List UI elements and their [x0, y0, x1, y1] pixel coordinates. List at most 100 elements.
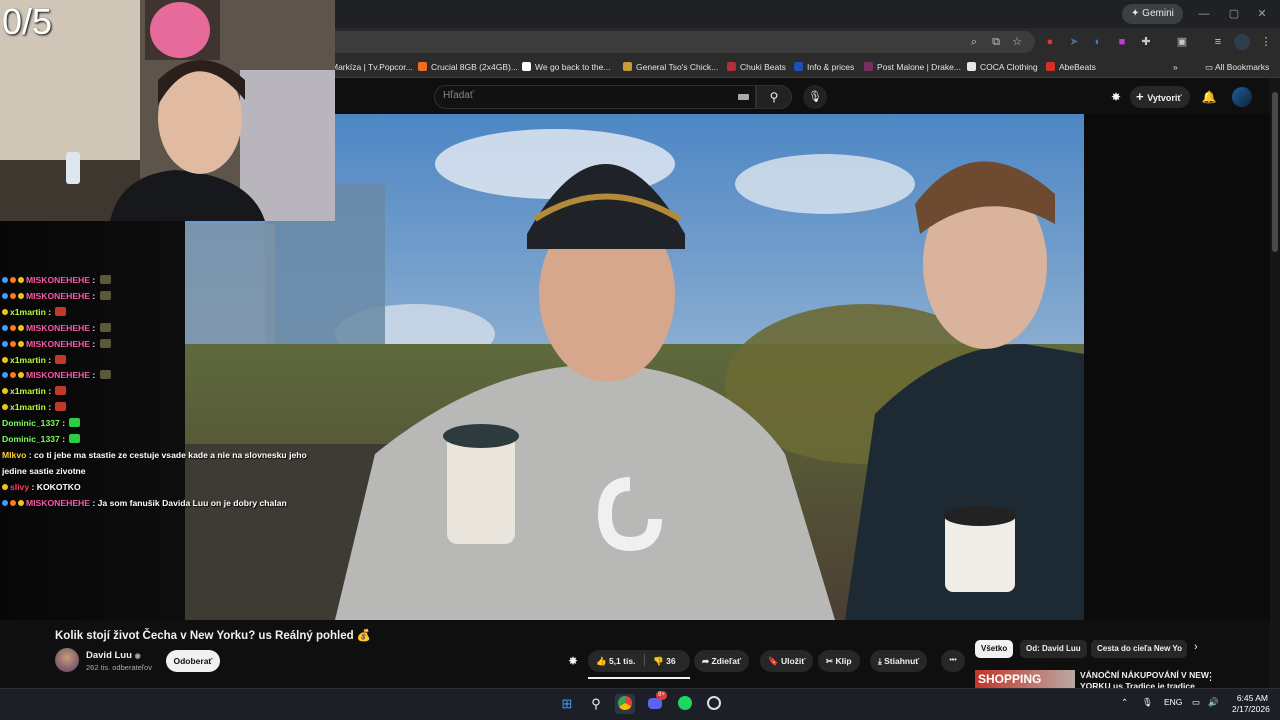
chat-username[interactable]: x1martin	[10, 307, 46, 317]
network-icon[interactable]: ▭	[1192, 697, 1200, 708]
search-input[interactable]	[434, 85, 756, 109]
chat-username[interactable]: x1martin	[10, 386, 46, 396]
chat-message: Dominic_1337 :	[2, 416, 332, 432]
search-button[interactable]: ⚲	[756, 85, 792, 109]
bookmark-item[interactable]: Chuki Beats	[727, 60, 786, 74]
reading-list-icon[interactable]: ≡	[1210, 34, 1226, 50]
like-button[interactable]: 👍 5,1 tis.	[596, 656, 635, 666]
chat-username[interactable]: Dominic_1337	[2, 434, 60, 444]
tray-mic-icon[interactable]: 🎙	[1142, 697, 1153, 708]
chat-overlay: MISKONEHEHE : MISKONEHEHE : x1martin : M…	[2, 273, 332, 512]
share-button[interactable]: ➦ Zdieľať	[694, 650, 750, 672]
minimize-button[interactable]: —	[1194, 5, 1214, 23]
chat-username[interactable]: MISKONEHEHE	[26, 339, 90, 349]
chat-badge-icon	[10, 499, 16, 506]
chat-username[interactable]: MISKONEHEHE	[26, 291, 90, 301]
all-bookmarks-folder[interactable]: ▭ All Bookmarks	[1205, 60, 1269, 74]
spotify-icon[interactable]	[675, 694, 695, 714]
chat-separator: :	[89, 497, 98, 508]
windows-start-icon[interactable]: ⊞	[557, 694, 577, 714]
clock[interactable]: 6:45 AM 2/17/2026	[1232, 693, 1270, 715]
chat-emote-icon	[99, 290, 111, 300]
voice-search-button[interactable]: 🎙	[803, 85, 827, 109]
recommended-title[interactable]: VÁNOČNÍ NÁKUPOVÁNÍ V NEW YORKU us Tradic…	[1080, 670, 1240, 688]
bookmark-item[interactable]: Markíza | Tv.Popcor...	[331, 60, 413, 74]
chat-username[interactable]: Dominic_1337	[2, 418, 60, 428]
bookmark-item[interactable]: General Tso's Chick...	[623, 60, 718, 74]
thumbs-down-icon: 👎	[653, 656, 667, 666]
bookmarks-overflow-icon[interactable]: »	[1173, 60, 1178, 74]
bookmark-favicon	[1046, 62, 1055, 71]
chat-badge-icon	[10, 292, 16, 299]
chat-username[interactable]: x1martin	[10, 402, 46, 412]
more-actions-button[interactable]: •••	[941, 650, 965, 672]
bookmark-star-icon[interactable]: ☆	[1009, 34, 1025, 50]
chat-message: x1martin :	[2, 353, 332, 369]
close-window-button[interactable]: ✕	[1252, 5, 1272, 23]
extensions-puzzle-icon[interactable]: ✚	[1138, 34, 1154, 50]
chat-username[interactable]: MISKONEHEHE	[26, 275, 90, 285]
tab-search-icon[interactable]: ▣	[1174, 34, 1190, 50]
create-button[interactable]: + Vytvoriť	[1130, 86, 1190, 108]
chat-username[interactable]: Mlkvo	[2, 450, 26, 460]
discord-icon[interactable]: 9+	[645, 691, 667, 714]
channel-avatar[interactable]	[55, 648, 79, 672]
bookmark-item[interactable]: Crucial 8GB (2x4GB)...	[418, 60, 518, 74]
chat-badge-icon	[10, 277, 16, 283]
notifications-bell-icon[interactable]: 🔔	[1200, 88, 1218, 106]
install-icon[interactable]: ⧉	[988, 34, 1004, 50]
chat-badge-icon	[2, 308, 8, 315]
app-icon[interactable]	[704, 694, 724, 714]
chip-all[interactable]: Všetko	[975, 640, 1014, 658]
scrollbar-thumb[interactable]	[1272, 92, 1278, 252]
channel-name[interactable]: David Luu ◉	[86, 650, 141, 661]
bookmark-favicon	[864, 62, 873, 71]
dislike-button[interactable]: 👎 36	[653, 656, 675, 666]
subscribe-button[interactable]: Odoberať	[166, 650, 220, 672]
chat-username[interactable]: MISKONEHEHE	[26, 370, 90, 380]
chrome-icon[interactable]	[615, 694, 635, 714]
clip-button[interactable]: ✂ Klip	[818, 650, 860, 672]
taskbar-search-icon[interactable]: ⚲	[586, 694, 606, 714]
chevron-right-icon[interactable]: ›	[1194, 641, 1198, 653]
chat-username[interactable]: MISKONEHEHE	[26, 498, 90, 508]
chat-badge-icon	[2, 372, 8, 379]
chat-username[interactable]: x1martin	[10, 355, 46, 365]
bookmark-item[interactable]: COCA Clothing	[967, 60, 1038, 74]
account-avatar[interactable]	[1232, 87, 1252, 107]
address-bar[interactable]	[335, 31, 1035, 53]
chip-from-channel[interactable]: Od: David Luu	[1020, 640, 1087, 658]
volume-icon[interactable]: 🔊	[1208, 697, 1219, 708]
recommended-thumbnail[interactable]: SHOPPING	[975, 670, 1075, 688]
language-indicator[interactable]: ENG	[1164, 697, 1182, 707]
bookmark-item[interactable]: AbeBeats	[1046, 60, 1096, 74]
bookmark-item[interactable]: Info & prices	[794, 60, 854, 74]
maximize-button[interactable]: ▢	[1224, 5, 1244, 23]
chat-badge-icon	[10, 372, 16, 379]
keyboard-icon[interactable]	[738, 94, 749, 100]
bookmarks-bar: Markíza | Tv.Popcor... Crucial 8GB (2x4G…	[331, 56, 1280, 78]
zoom-icon[interactable]: ⌕	[966, 34, 982, 50]
extension-purple-icon[interactable]: ■	[1114, 34, 1130, 50]
thumbs-up-icon: 👍	[596, 656, 609, 666]
extension-red-icon[interactable]: ●	[1042, 34, 1058, 50]
chat-badge-icon	[18, 372, 24, 379]
gemini-button[interactable]: ✦ Gemini	[1122, 4, 1183, 24]
browser-menu-icon[interactable]: ⋮	[1258, 34, 1274, 50]
download-button[interactable]: ⤓ Stiahnuť	[870, 650, 928, 672]
sparkle-icon[interactable]: ✸	[1108, 89, 1124, 105]
profile-avatar-icon[interactable]	[1234, 34, 1250, 50]
chat-username[interactable]: MISKONEHEHE	[26, 323, 90, 333]
chip-playlist[interactable]: Cesta do cieľa New Yo	[1091, 640, 1187, 658]
bookmark-item[interactable]: Post Malone | Drake...	[864, 60, 961, 74]
sparkle-ask-icon[interactable]: ✸	[568, 654, 578, 668]
chat-message: MISKONEHEHE :	[2, 337, 332, 353]
recommended-menu-icon[interactable]: ⋮	[1205, 670, 1216, 683]
extension-arrow-icon[interactable]: ➤	[1066, 34, 1082, 50]
extension-stats-icon[interactable]: ◐	[1090, 34, 1106, 50]
save-button[interactable]: 🔖 Uložiť	[760, 650, 814, 672]
bookmark-item[interactable]: We go back to the...	[522, 60, 610, 74]
chat-username[interactable]: slivy	[10, 482, 29, 492]
tray-chevron-icon[interactable]: ⌃	[1121, 697, 1128, 708]
chat-separator: :	[59, 418, 68, 429]
